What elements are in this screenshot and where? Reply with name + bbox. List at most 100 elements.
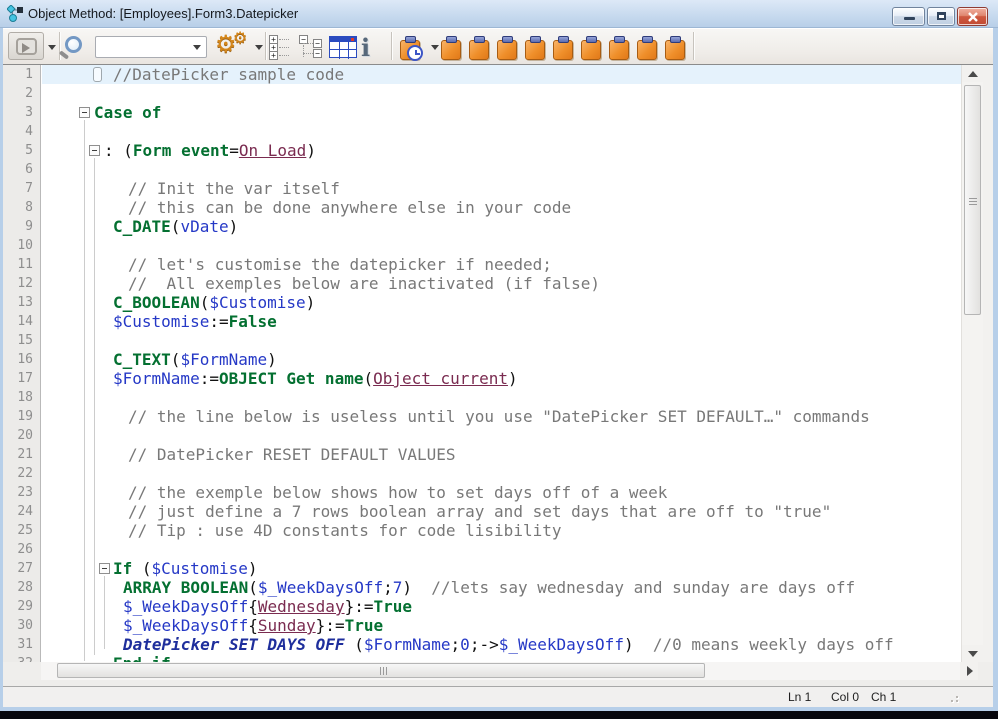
code-line[interactable]: $Customise:=False bbox=[42, 312, 961, 331]
token-pn: ; bbox=[383, 578, 393, 597]
window-title: Object Method: [Employees].Form3.Datepic… bbox=[28, 6, 298, 21]
code-line[interactable] bbox=[42, 331, 961, 350]
code-line[interactable]: Case of bbox=[42, 103, 961, 122]
clipboard-button[interactable] bbox=[608, 36, 631, 61]
code-line[interactable] bbox=[42, 464, 961, 483]
code-line[interactable]: C_BOOLEAN($Customise) bbox=[42, 293, 961, 312]
code-line[interactable]: C_DATE(vDate) bbox=[42, 217, 961, 236]
search-dropdown-arrow[interactable] bbox=[193, 45, 201, 50]
code-line[interactable]: C_TEXT($FormName) bbox=[42, 350, 961, 369]
clipboard-button[interactable] bbox=[496, 36, 519, 61]
code-line[interactable]: End if bbox=[42, 654, 961, 662]
code-line[interactable] bbox=[42, 388, 961, 407]
code-line[interactable]: // Tip : use 4D constants for code lisib… bbox=[42, 521, 961, 540]
line-number: 17 bbox=[3, 369, 40, 388]
code-line[interactable] bbox=[42, 236, 961, 255]
resize-grip[interactable] bbox=[956, 700, 958, 702]
clipboard-button[interactable] bbox=[636, 36, 659, 61]
clipboard-dropdown-arrow[interactable] bbox=[431, 45, 439, 50]
token-pn: }:= bbox=[316, 616, 345, 635]
clipboard-clip bbox=[474, 36, 485, 43]
code-line[interactable]: // just define a 7 rows boolean array an… bbox=[42, 502, 961, 521]
line-number: 31 bbox=[3, 635, 40, 654]
macros-gear-small-icon[interactable]: ⚙ bbox=[233, 28, 247, 47]
token-var: $FormName bbox=[180, 350, 267, 369]
token-pn: ) bbox=[402, 578, 412, 597]
clipboard-clock-button[interactable] bbox=[399, 36, 422, 61]
titlebar[interactable]: Object Method: [Employees].Form3.Datepic… bbox=[0, 0, 998, 28]
line-number: 11 bbox=[3, 255, 40, 274]
token-kw: If bbox=[113, 559, 132, 578]
clipboard-button[interactable] bbox=[440, 36, 463, 61]
line-number: 4 bbox=[3, 122, 40, 141]
line-number: 30 bbox=[3, 616, 40, 635]
fold-toggle[interactable] bbox=[79, 107, 90, 118]
code-line[interactable]: // All exemples below are inactivated (i… bbox=[42, 274, 961, 293]
vertical-scroll-thumb[interactable] bbox=[964, 85, 981, 315]
clipboard-button[interactable] bbox=[664, 36, 687, 61]
toolbar-separator bbox=[693, 32, 695, 60]
expand-all-icon[interactable]: + + + bbox=[269, 35, 295, 59]
clipboard-button[interactable] bbox=[468, 36, 491, 61]
scroll-up-button[interactable] bbox=[962, 65, 984, 82]
clipboard-clip bbox=[446, 36, 457, 43]
fold-toggle[interactable] bbox=[99, 563, 110, 574]
code-line[interactable]: // let's customise the datepicker if nee… bbox=[42, 255, 961, 274]
code-line[interactable]: $FormName:=OBJECT Get name(Object curren… bbox=[42, 369, 961, 388]
code-line[interactable] bbox=[42, 540, 961, 559]
token-cm: // DatePicker RESET DEFAULT VALUES bbox=[128, 445, 456, 464]
form-preview-icon[interactable] bbox=[329, 36, 357, 58]
token-var: $Customise bbox=[113, 312, 209, 331]
run-method-button[interactable] bbox=[8, 32, 44, 60]
fold-toggle[interactable] bbox=[89, 145, 100, 156]
collapse-all-icon[interactable]: − − − bbox=[299, 35, 325, 59]
code-line[interactable] bbox=[42, 160, 961, 179]
macros-dropdown-arrow[interactable] bbox=[255, 45, 263, 50]
info-icon[interactable]: i bbox=[361, 33, 370, 62]
code-line[interactable]: // DatePicker RESET DEFAULT VALUES bbox=[42, 445, 961, 464]
scroll-right-button[interactable] bbox=[960, 662, 978, 680]
clipboard-clip bbox=[614, 36, 625, 43]
code-line[interactable]: // the exemple below shows how to set da… bbox=[42, 483, 961, 502]
minimize-button[interactable] bbox=[892, 7, 925, 26]
token-pn: ) bbox=[248, 559, 258, 578]
run-dropdown-arrow[interactable] bbox=[48, 45, 56, 50]
maximize-button[interactable] bbox=[927, 7, 955, 26]
token-pn: ( bbox=[363, 369, 373, 388]
code-line[interactable]: // Init the var itself bbox=[42, 179, 961, 198]
line-number: 20 bbox=[3, 426, 40, 445]
clipboard-button[interactable] bbox=[580, 36, 603, 61]
code-line[interactable]: // this can be done anywhere else in you… bbox=[42, 198, 961, 217]
line-number: 19 bbox=[3, 407, 40, 426]
code-line[interactable]: ARRAY BOOLEAN($_WeekDaysOff;7) //lets sa… bbox=[42, 578, 961, 597]
clipboard-button[interactable] bbox=[524, 36, 547, 61]
vertical-scrollbar[interactable] bbox=[961, 65, 983, 662]
resize-grip[interactable] bbox=[951, 700, 953, 702]
scroll-down-button[interactable] bbox=[962, 645, 984, 662]
clipboard-body bbox=[609, 40, 629, 60]
close-button[interactable] bbox=[957, 7, 988, 26]
resize-grip[interactable] bbox=[956, 696, 958, 698]
code-line[interactable]: //DatePicker sample code bbox=[42, 65, 961, 84]
code-line[interactable]: // the line below is useless until you u… bbox=[42, 407, 961, 426]
search-combobox[interactable] bbox=[95, 36, 207, 58]
code-line[interactable]: : (Form event=On Load) bbox=[42, 141, 961, 160]
fold-guide-line bbox=[84, 120, 85, 661]
line-number: 27 bbox=[3, 559, 40, 578]
code-line[interactable]: $_WeekDaysOff{Wednesday}:=True bbox=[42, 597, 961, 616]
code-line[interactable]: DatePicker SET DAYS OFF ($FormName;0;->$… bbox=[42, 635, 961, 654]
horizontal-scroll-thumb[interactable] bbox=[57, 663, 705, 678]
search-input[interactable] bbox=[98, 38, 190, 56]
code-line[interactable] bbox=[42, 122, 961, 141]
code-line[interactable] bbox=[42, 426, 961, 445]
token-cm: // this can be done anywhere else in you… bbox=[128, 198, 571, 217]
horizontal-scrollbar[interactable] bbox=[41, 662, 978, 680]
line-number: 23 bbox=[3, 483, 40, 502]
code-pane[interactable]: //DatePicker sample code Case of : (Form e… bbox=[42, 65, 961, 662]
code-line[interactable] bbox=[42, 84, 961, 103]
clipboard-button[interactable] bbox=[552, 36, 575, 61]
code-line[interactable]: $_WeekDaysOff{Sunday}:=True bbox=[42, 616, 961, 635]
line-number: 13 bbox=[3, 293, 40, 312]
code-line[interactable]: If ($Customise) bbox=[42, 559, 961, 578]
statusbar: Ln 1 Col 0 Ch 1 bbox=[3, 687, 993, 707]
